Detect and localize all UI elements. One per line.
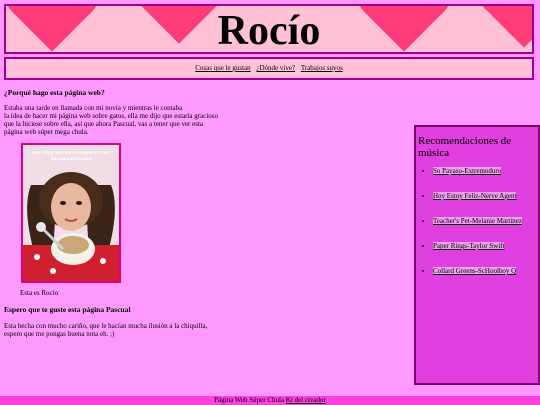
paragraph-line: espero que me pongas buena nota eh. ;) (4, 330, 115, 338)
photo-overlay-text: una chica loca con su capuccino en una t… (32, 150, 110, 161)
list-item: Paper Rings-Taylor Swift (433, 242, 538, 267)
nav-link-trabajos[interactable]: Trabajos suyos (301, 64, 343, 72)
list-item: Collard Greens-ScHoolboy Q (433, 267, 538, 292)
paragraph-line: que la hiciese sobre ella, así que ahora… (4, 120, 204, 128)
music-list: So Payaso-Extremoduro Hoy Estoy Feliz-Ne… (416, 167, 538, 292)
nav-link-gustos[interactable]: Cosas que le gustan (195, 64, 250, 72)
rocio-photo: una chica loca con su capuccino en una t… (21, 143, 121, 283)
paragraph-line: Estaba una tarde en llamada con mi novia… (4, 104, 183, 112)
music-sidebar: Recomendaciones de música So Payaso-Extr… (414, 125, 540, 385)
photo-caption: Esta es Rocío (20, 289, 59, 297)
list-item: Teacher's Pet-Melanie Martinez (433, 217, 538, 242)
song-link[interactable]: So Payaso-Extremoduro (433, 167, 502, 175)
footer-text: Página Web Súper Chula (214, 396, 285, 404)
song-link[interactable]: Hoy Estoy Feliz-Nerve Agent (433, 192, 517, 200)
sidebar-title: Recomendaciones de música (418, 135, 512, 159)
paragraph-line: la idea de hacer mi página web sobre gat… (4, 112, 218, 120)
list-item: Hoy Estoy Feliz-Nerve Agent (433, 192, 538, 217)
nav-bar: Cosas que le gustan ¿Dónde vive? Trabajo… (4, 57, 534, 80)
intro-paragraph: Estaba una tarde en llamada con mi novia… (4, 104, 404, 136)
list-item: So Payaso-Extremoduro (433, 167, 538, 192)
photo-illustration (23, 145, 119, 281)
song-link[interactable]: Teacher's Pet-Melanie Martinez (433, 217, 523, 225)
footer: Página Web Súper Chula Ki del creador (0, 396, 540, 405)
page-title: Rocío (217, 8, 321, 54)
section-heading-wish: Espero que te guste esta página Pascual (4, 305, 131, 314)
paragraph-line: página web súper mega chula. (4, 128, 89, 136)
song-link[interactable]: Paper Rings-Taylor Swift (433, 242, 505, 250)
main-content: ¿Porqué hago esta página web? Estaba una… (4, 88, 404, 338)
closing-paragraph: Esta hecha con mucho cariño, que le hací… (4, 322, 207, 338)
creator-link[interactable]: Ki del creador (286, 396, 326, 404)
header-banner: Rocío (4, 4, 534, 54)
section-heading-why: ¿Porqué hago esta página web? (4, 88, 105, 97)
song-link[interactable]: Collard Greens-ScHoolboy Q (433, 267, 517, 275)
paragraph-line: Esta hecha con mucho cariño, que le hací… (4, 322, 208, 330)
nav-link-donde-vive[interactable]: ¿Dónde vive? (256, 64, 295, 72)
